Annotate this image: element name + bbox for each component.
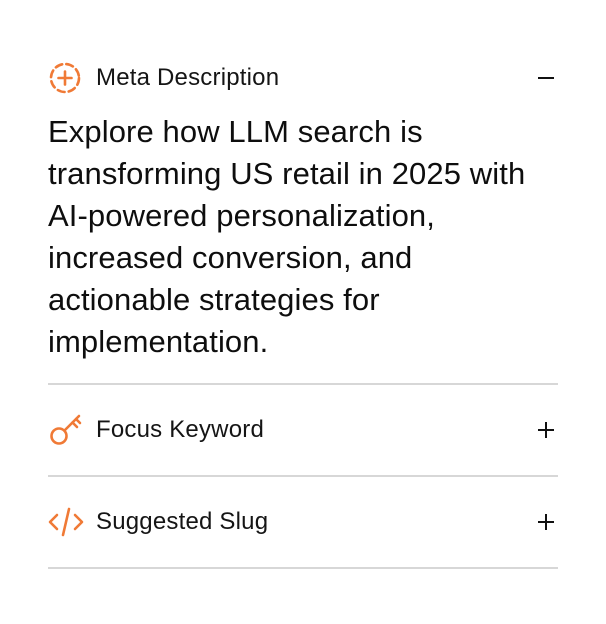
focus-keyword-section: Focus Keyword	[48, 385, 558, 477]
dashed-circle-plus-icon	[48, 60, 96, 96]
meta-description-section: Meta Description Explore how LLM search …	[48, 48, 558, 385]
plus-icon[interactable]	[534, 510, 558, 534]
plus-icon[interactable]	[534, 418, 558, 442]
suggested-slug-section: Suggested Slug	[48, 477, 558, 569]
meta-description-text: Explore how LLM search is transforming U…	[48, 114, 526, 359]
meta-description-header[interactable]: Meta Description	[48, 48, 558, 108]
seo-accordion: Meta Description Explore how LLM search …	[48, 48, 558, 569]
focus-keyword-header[interactable]: Focus Keyword	[48, 385, 558, 475]
focus-keyword-title: Focus Keyword	[96, 416, 264, 443]
suggested-slug-title: Suggested Slug	[96, 508, 269, 535]
minus-icon[interactable]	[534, 66, 558, 90]
meta-description-title: Meta Description	[96, 64, 280, 91]
key-icon	[48, 412, 96, 448]
suggested-slug-header[interactable]: Suggested Slug	[48, 477, 558, 567]
code-icon	[48, 504, 96, 540]
